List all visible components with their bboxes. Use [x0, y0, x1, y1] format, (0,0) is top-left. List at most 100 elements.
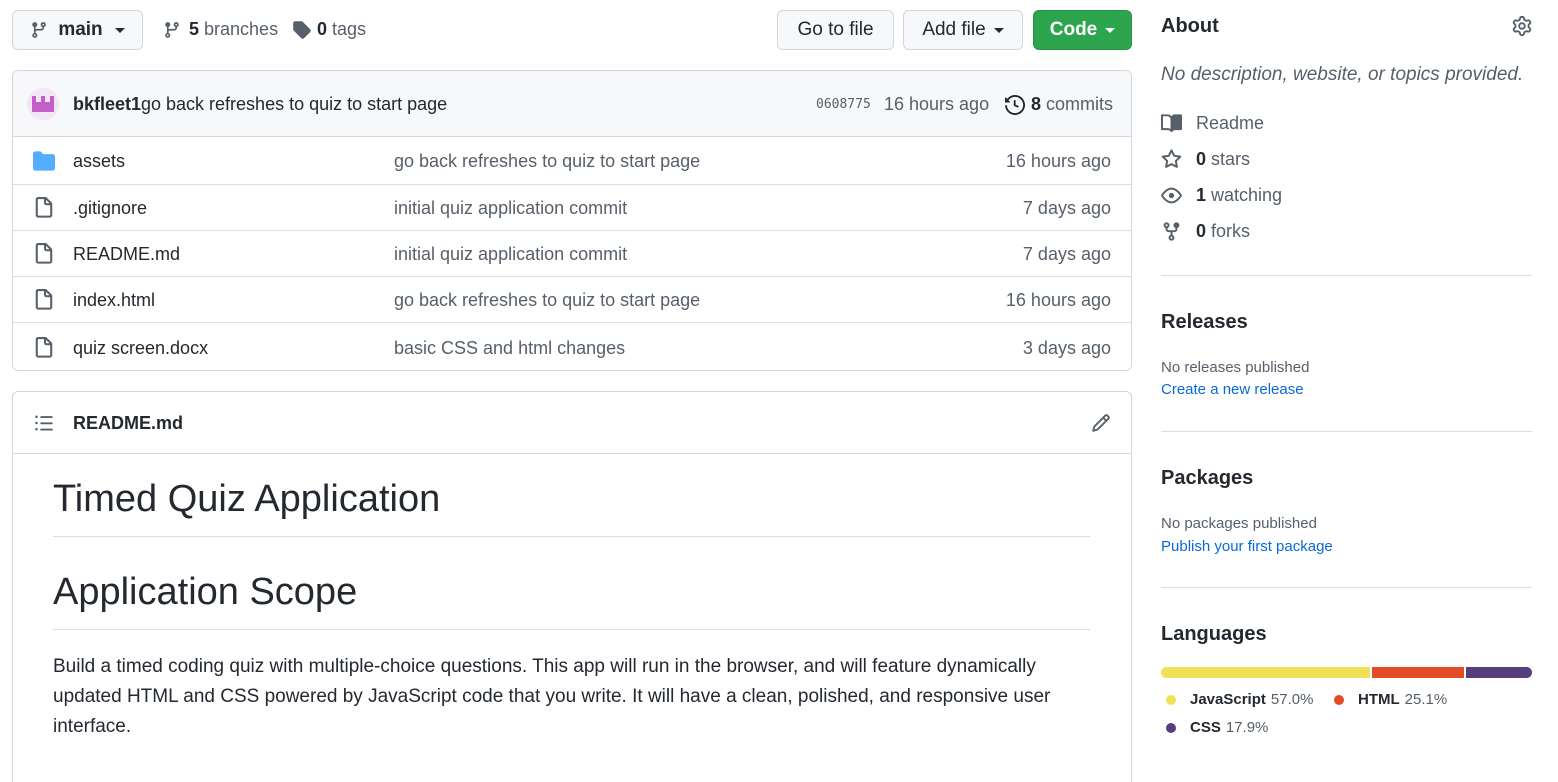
file-browser: bkfleet1 go back refreshes to quiz to st… [12, 70, 1132, 371]
branches-count: 5 [189, 19, 200, 39]
file-age: 7 days ago [1022, 198, 1111, 218]
packages-empty: No packages published [1161, 515, 1317, 532]
file-commit-message[interactable]: initial quiz application commit [394, 244, 627, 265]
chevron-down-icon [114, 27, 125, 33]
watching-label: watching [1211, 185, 1283, 205]
file-icon [35, 243, 53, 264]
file-name[interactable]: .gitignore [73, 198, 147, 219]
language-item-javascript[interactable]: JavaScript 57.0% [1166, 691, 1313, 708]
branch-select-button[interactable]: main [12, 10, 143, 50]
stars-link[interactable]: 0 stars [1161, 149, 1250, 170]
language-bar-segment [1466, 667, 1532, 678]
create-release-link[interactable]: Create a new release [1161, 381, 1304, 398]
file-age: 16 hours ago [1005, 151, 1111, 171]
add-file-label: Add file [922, 19, 986, 40]
language-bar-segment [1161, 667, 1371, 678]
about-description: No description, website, or topics provi… [1161, 64, 1524, 85]
forks-label: forks [1211, 221, 1251, 241]
language-percent: 57.0% [1270, 691, 1314, 708]
language-color-dot [1334, 694, 1344, 705]
tags-count: 0 [317, 19, 328, 39]
language-bar [1161, 667, 1532, 678]
file-list: assets go back refreshes to quiz to star… [13, 138, 1131, 370]
file-name[interactable]: index.html [73, 290, 155, 311]
language-percent: 17.9% [1225, 719, 1269, 736]
folder-icon [33, 151, 55, 171]
packages-title[interactable]: Packages [1161, 467, 1253, 490]
branches-link[interactable]: 5 branches [163, 19, 278, 40]
file-commit-message[interactable]: initial quiz application commit [394, 198, 627, 219]
language-item-html[interactable]: HTML 25.1% [1334, 691, 1447, 708]
file-row[interactable]: index.html go back refreshes to quiz to … [13, 276, 1131, 322]
file-age: 7 days ago [1022, 244, 1111, 264]
language-color-dot [1166, 722, 1176, 733]
book-icon [1161, 114, 1182, 133]
file-age: 16 hours ago [1005, 290, 1111, 310]
language-bar-segment [1372, 667, 1465, 678]
stars-label: stars [1211, 149, 1251, 169]
language-name: CSS [1190, 719, 1221, 736]
file-commit-message[interactable]: go back refreshes to quiz to start page [394, 151, 700, 172]
chevron-down-icon [993, 27, 1004, 33]
language-name: JavaScript [1190, 691, 1266, 708]
language-name: HTML [1358, 691, 1400, 708]
file-icon [35, 337, 53, 358]
file-name[interactable]: quiz screen.docx [73, 338, 208, 359]
eye-icon [1161, 187, 1182, 204]
star-icon [1161, 149, 1182, 168]
file-row[interactable]: README.md initial quiz application commi… [13, 230, 1131, 276]
commit-author[interactable]: bkfleet1 [73, 94, 141, 115]
file-row[interactable]: assets go back refreshes to quiz to star… [13, 138, 1131, 184]
git-branch-icon [32, 22, 47, 38]
divider [1161, 431, 1532, 432]
file-icon [35, 289, 53, 310]
stars-count: 0 [1196, 149, 1207, 169]
file-commit-message[interactable]: go back refreshes to quiz to start page [394, 290, 700, 311]
commit-message[interactable]: go back refreshes to quiz to start page [141, 94, 447, 115]
language-color-dot [1166, 694, 1176, 705]
list-unordered-icon[interactable] [34, 413, 54, 433]
tag-icon [293, 21, 311, 39]
history-icon [1005, 94, 1025, 115]
file-row[interactable]: .gitignore initial quiz application comm… [13, 184, 1131, 230]
pencil-icon[interactable] [1091, 413, 1111, 433]
commits-link[interactable]: 8 commits [1005, 94, 1113, 115]
file-row[interactable]: quiz screen.docx basic CSS and html chan… [13, 322, 1131, 370]
go-to-file-label: Go to file [797, 19, 874, 40]
language-item-css[interactable]: CSS 17.9% [1166, 719, 1268, 736]
releases-title[interactable]: Releases [1161, 311, 1248, 334]
gear-icon[interactable] [1512, 16, 1532, 36]
readme-filename[interactable]: README.md [73, 413, 183, 434]
avatar[interactable] [27, 88, 59, 120]
divider [53, 629, 1090, 630]
readme-link[interactable]: Readme [1161, 113, 1264, 134]
commit-time: 16 hours ago [884, 94, 990, 114]
file-icon [35, 197, 53, 218]
git-branch-icon [165, 21, 179, 38]
readme-heading-2: Application Scope [53, 571, 358, 613]
file-name[interactable]: README.md [73, 244, 180, 265]
tags-label: tags [332, 19, 367, 39]
language-percent: 25.1% [1404, 691, 1448, 708]
readme-header: README.md [13, 392, 1131, 454]
watching-link[interactable]: 1 watching [1161, 185, 1282, 206]
code-label: Code [1049, 19, 1098, 40]
fork-icon [1163, 222, 1180, 241]
readme-heading-1: Timed Quiz Application [53, 478, 441, 520]
file-name[interactable]: assets [73, 151, 125, 172]
divider [1161, 587, 1532, 588]
languages-title: Languages [1161, 623, 1267, 645]
add-file-button[interactable]: Add file [903, 10, 1023, 50]
file-commit-message[interactable]: basic CSS and html changes [394, 338, 625, 359]
about-title: About [1161, 15, 1219, 37]
commits-label: commits [1046, 94, 1114, 114]
forks-count: 0 [1196, 221, 1207, 241]
commit-sha[interactable]: 0608775 [816, 97, 871, 112]
publish-package-link[interactable]: Publish your first package [1161, 538, 1333, 555]
forks-link[interactable]: 0 forks [1161, 221, 1250, 242]
go-to-file-button[interactable]: Go to file [777, 10, 894, 50]
code-button[interactable]: Code [1033, 10, 1132, 50]
latest-commit-bar: bkfleet1 go back refreshes to quiz to st… [13, 71, 1131, 137]
file-age: 3 days ago [1022, 338, 1111, 358]
tags-link[interactable]: 0 tags [292, 19, 366, 40]
